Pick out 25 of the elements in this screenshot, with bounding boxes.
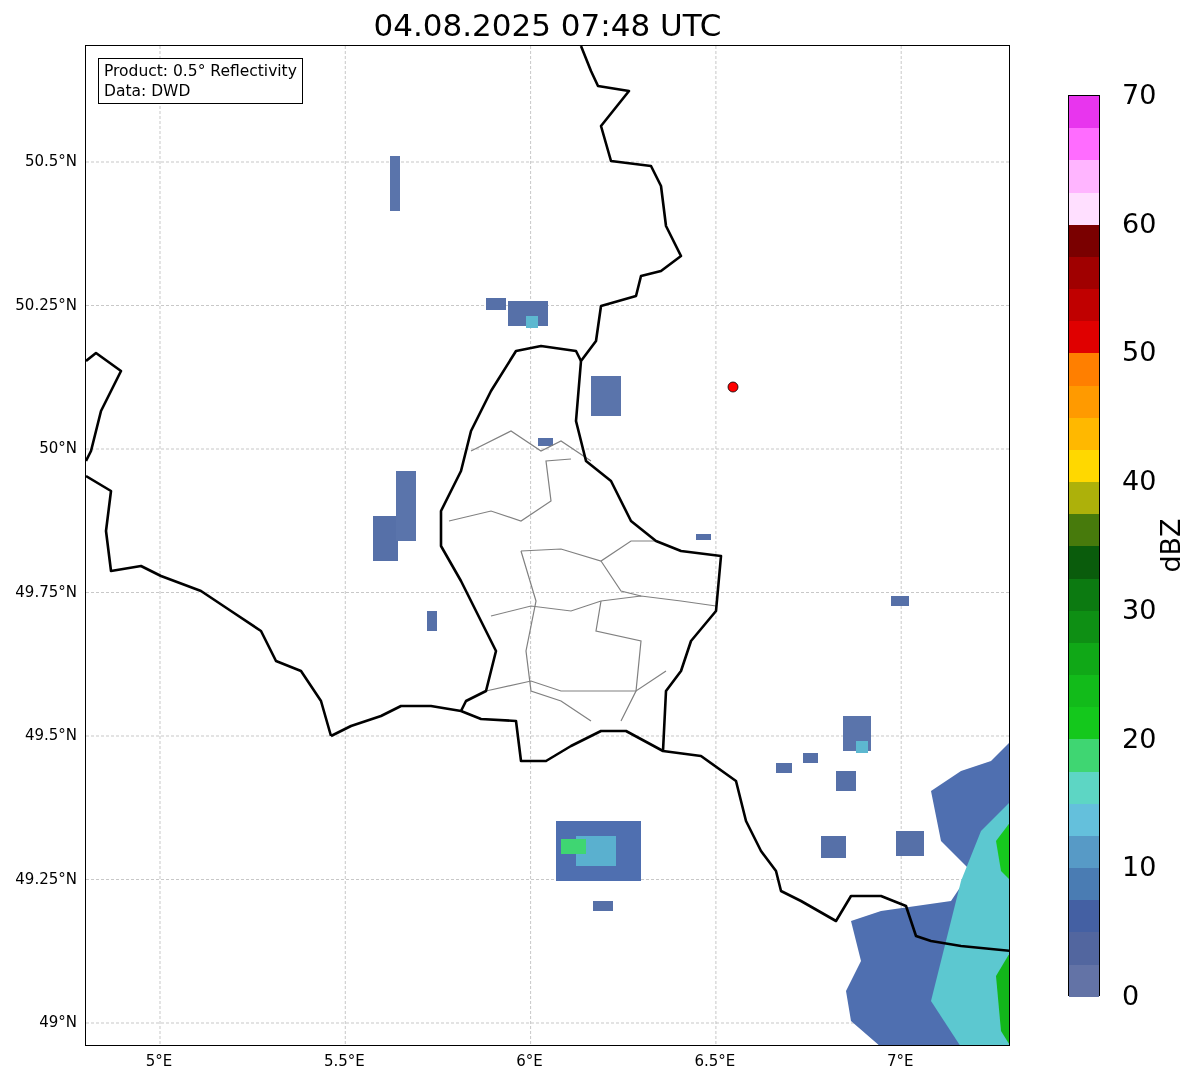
latitude-label: 49.75°N [15, 582, 77, 601]
longitude-label: 5.5°E [323, 1052, 365, 1070]
latitude-label: 49°N [39, 1013, 77, 1031]
info-text: Data: DWD [104, 81, 192, 101]
colorbar-tick-label: 30 [1122, 594, 1157, 625]
colorbar-tick-label: 60 [1122, 208, 1157, 239]
latitude-label: 50.5°N [24, 152, 77, 170]
colorbar-tick-label: 20 [1122, 723, 1157, 754]
latitude-label: 49.25°N [15, 869, 77, 888]
plot-title: 04.08.2025 07:48 UTC [373, 6, 722, 45]
colorbar-tick-label: 70 [1122, 80, 1157, 110]
colorbar-tick-label: 10 [1122, 852, 1157, 883]
longitude-label: 7°E [886, 1052, 914, 1070]
colorbar-tick-label: 50 [1122, 337, 1157, 368]
longitude-label: 5°E [145, 1052, 173, 1070]
latitude-label: 50.25°N [15, 295, 77, 314]
info-text: Product: 0.5° Reflectivity [104, 61, 297, 81]
latitude-label: 50°N [39, 439, 77, 457]
longitude-label: 6°E [516, 1052, 543, 1070]
colorbar-label: dBZ [1154, 518, 1186, 573]
latitude-label: 49.5°N [24, 726, 77, 744]
radar-site-marker [727, 381, 739, 393]
longitude-label: 6.5°E [694, 1052, 736, 1070]
colorbar-tick-label: 40 [1122, 466, 1157, 497]
colorbar-tick-label: 0 [1122, 981, 1140, 1011]
